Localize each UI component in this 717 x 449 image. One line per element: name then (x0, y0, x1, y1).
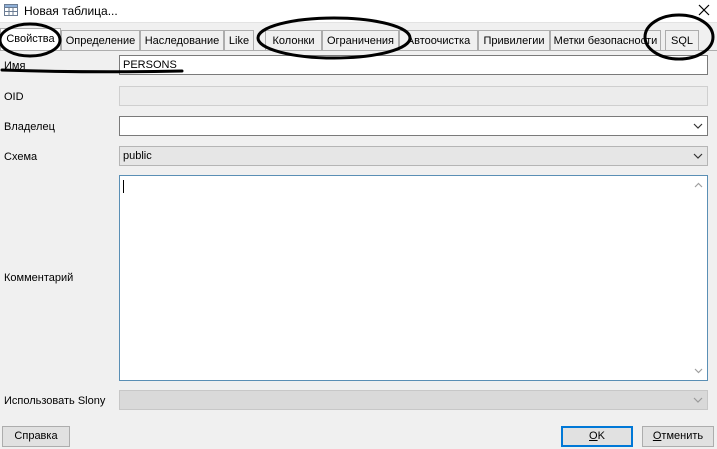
chevron-down-icon (693, 397, 703, 403)
schema-label: Схема (4, 151, 38, 163)
slony-label: Использовать Slony (4, 395, 106, 407)
cancel-button[interactable]: Отменить (642, 426, 714, 447)
comment-textarea[interactable] (119, 175, 708, 381)
close-button[interactable] (693, 1, 715, 19)
oid-label: OID (4, 91, 24, 103)
owner-select[interactable] (119, 116, 708, 136)
tab-inheritance[interactable]: Наследование (140, 30, 224, 50)
cancel-label-rest: тменить (661, 430, 704, 442)
name-label: Имя (4, 60, 26, 72)
tab-like[interactable]: Like (224, 30, 254, 50)
text-caret (123, 180, 124, 193)
chevron-down-icon (693, 153, 703, 159)
tab-sql[interactable]: SQL (665, 30, 699, 50)
schema-value: public (123, 150, 152, 162)
oid-field (119, 86, 708, 106)
ok-button[interactable]: OK (561, 426, 633, 447)
tab-autovacuum[interactable]: Автоочистка (399, 30, 478, 50)
comment-label: Комментарий (4, 272, 74, 284)
table-icon (4, 4, 18, 16)
comment-scrollbar[interactable] (690, 176, 707, 380)
window-title: Новая таблица... (24, 4, 118, 18)
slony-select (119, 390, 708, 410)
tab-bar: Свойства Определение Наследование Like К… (0, 28, 717, 51)
tab-columns[interactable]: Колонки (265, 30, 322, 50)
scroll-up-icon[interactable] (694, 182, 703, 188)
schema-select[interactable]: public (119, 146, 708, 166)
scroll-down-icon[interactable] (694, 368, 703, 374)
tab-constraints[interactable]: Ограничения (322, 30, 399, 50)
tab-definition[interactable]: Определение (61, 30, 140, 50)
help-button[interactable]: Справка (2, 426, 70, 447)
owner-label: Владелец (4, 121, 55, 133)
ok-mnemonic: O (589, 430, 598, 442)
close-icon (698, 4, 710, 16)
title-bar: Новая таблица... (0, 0, 717, 23)
tab-privileges[interactable]: Привилегии (478, 30, 550, 50)
ok-label-rest: K (597, 430, 605, 442)
tab-properties[interactable]: Свойства (0, 28, 61, 50)
chevron-down-icon (693, 123, 703, 129)
tab-security-labels[interactable]: Метки безопасности (550, 30, 661, 50)
name-input[interactable]: PERSONS (119, 55, 708, 75)
